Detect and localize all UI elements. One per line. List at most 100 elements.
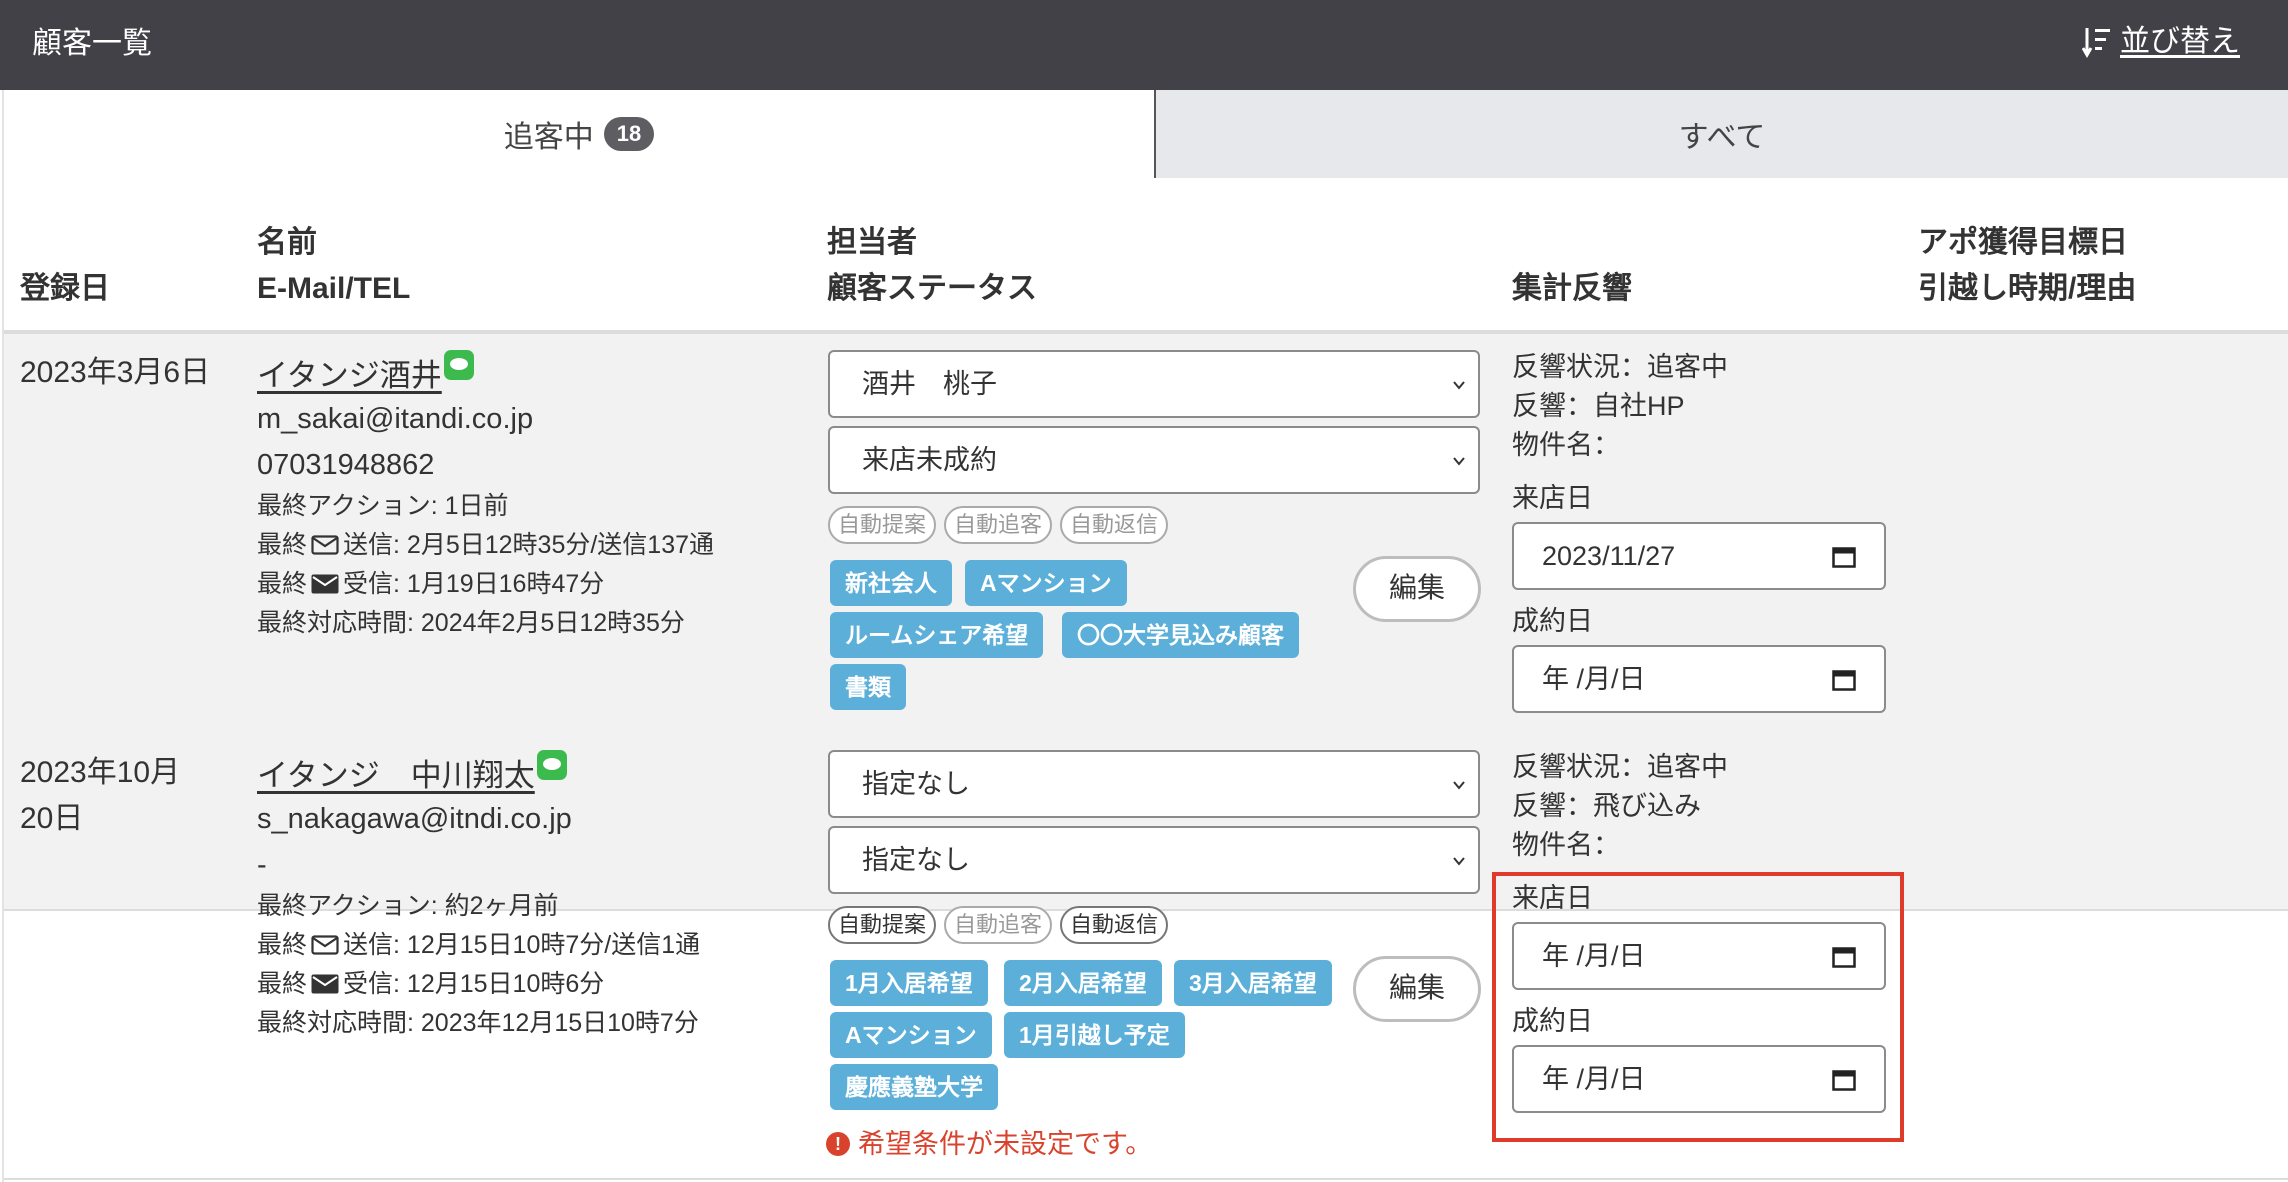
visit-date-label: 来店日	[1512, 483, 1593, 513]
customer-name-cell: イタンジ 中川翔太	[257, 750, 567, 799]
auto-settings: 自動提案 自動追客 自動返信	[828, 906, 1169, 944]
column-header-registered: 登録日	[20, 272, 110, 305]
auto-propose-toggle[interactable]: 自動提案	[828, 906, 937, 944]
sent-label: 送信:	[343, 931, 400, 959]
sort-button[interactable]: 並び替え	[2082, 22, 2240, 62]
auto-reply-toggle[interactable]: 自動返信	[1060, 906, 1169, 944]
contract-date-input[interactable]: 年 /月/日	[1512, 645, 1886, 713]
visit-date-value: 2023/11/27	[1542, 541, 1676, 571]
envelope-filled-icon	[311, 974, 339, 994]
envelope-outline-icon	[311, 935, 339, 955]
received-label: 受信:	[343, 970, 400, 998]
chevron-down-icon	[1453, 857, 1465, 866]
last-sent: 最終 送信: 12月15日10時7分/送信1通	[257, 926, 700, 965]
auto-follow-toggle[interactable]: 自動追客	[944, 506, 1053, 544]
column-header-email-tel: E-Mail/TEL	[257, 272, 411, 305]
registered-date-line2: 20日	[20, 802, 84, 835]
last-action: 最終アクション: 1日前	[257, 492, 509, 520]
customer-name-link[interactable]: イタンジ 中川翔太	[257, 758, 535, 793]
column-header-status: 顧客ステータス	[827, 272, 1037, 305]
assignee-value: 指定なし	[862, 769, 970, 799]
column-header-appo-target: アポ獲得目標日	[1918, 226, 2128, 259]
customer-tag: 2月入居希望	[1004, 960, 1162, 1006]
edit-tags-button[interactable]: 編集	[1353, 956, 1481, 1022]
received-value: 1月19日16時47分	[406, 570, 605, 598]
customer-email: s_nakagawa@itndi.co.jp	[257, 803, 572, 835]
assignee-value: 酒井 桃子	[862, 369, 997, 399]
customer-name-cell: イタンジ酒井	[257, 350, 474, 399]
tab-label: すべて	[1678, 121, 1766, 154]
customer-table: 登録日 名前 E-Mail/TEL 担当者 顧客ステータス 集計反響 アポ獲得目…	[2, 178, 2288, 1182]
page-header: 顧客一覧 並び替え	[0, 0, 2288, 90]
property-name: 物件名：	[1512, 430, 1620, 460]
sent-value: 12月15日10時7分/送信1通	[406, 931, 701, 959]
customer-tel: 07031948862	[257, 449, 435, 481]
sort-icon	[2082, 28, 2110, 59]
last-label: 最終	[257, 531, 308, 559]
customer-name-link[interactable]: イタンジ酒井	[257, 358, 442, 393]
response-status: 反響状況：追客中	[1512, 752, 1728, 782]
customer-tag: Aマンション	[830, 1012, 992, 1058]
response-source: 反響：自社HP	[1512, 391, 1685, 421]
assignee-select[interactable]: 指定なし	[828, 750, 1480, 818]
customer-tel: -	[257, 849, 267, 881]
line-icon	[443, 350, 474, 380]
last-label: 最終	[257, 931, 308, 959]
customer-tag: 1月引越し予定	[1004, 1012, 1185, 1058]
last-received: 最終 受信: 1月19日16時47分	[257, 565, 604, 604]
auto-reply-toggle[interactable]: 自動返信	[1060, 506, 1169, 544]
customer-tag: 慶應義塾大学	[830, 1064, 998, 1110]
contract-date-label: 成約日	[1512, 606, 1593, 636]
registered-date-line1: 2023年10月	[20, 756, 181, 789]
sent-label: 送信:	[343, 531, 400, 559]
last-label: 最終	[257, 570, 308, 598]
tabs: 追客中 18 すべて	[2, 90, 2288, 178]
auto-follow-toggle[interactable]: 自動追客	[944, 906, 1053, 944]
customer-tag: 新社会人	[830, 560, 952, 606]
customer-tag: 書類	[830, 664, 906, 710]
tab-all[interactable]: すべて	[1154, 90, 2288, 178]
status-value: 来店未成約	[862, 445, 997, 475]
contract-date-value: 年 /月/日	[1542, 664, 1646, 694]
visit-date-input[interactable]: 2023/11/27	[1512, 522, 1886, 590]
auto-settings: 自動提案 自動追客 自動返信	[828, 506, 1169, 544]
status-select[interactable]: 来店未成約	[828, 426, 1480, 494]
customer-tag: ルームシェア希望	[830, 612, 1044, 658]
last-label: 最終	[257, 970, 308, 998]
last-received: 最終 受信: 12月15日10時6分	[257, 965, 604, 1004]
column-header-move-reason: 引越し時期/理由	[1918, 272, 2137, 305]
count-badge: 18	[603, 117, 655, 151]
response-source: 反響：飛び込み	[1512, 791, 1701, 821]
page-title: 顧客一覧	[32, 27, 152, 60]
last-response-time: 最終対応時間: 2024年2月5日12時35分	[257, 609, 685, 637]
assignee-select[interactable]: 酒井 桃子	[828, 350, 1480, 418]
calendar-icon	[1832, 547, 1856, 568]
property-name: 物件名：	[1512, 830, 1620, 860]
line-icon	[536, 750, 567, 780]
edit-tags-button[interactable]: 編集	[1353, 556, 1481, 622]
received-value: 12月15日10時6分	[406, 970, 605, 998]
status-select[interactable]: 指定なし	[828, 826, 1480, 894]
auto-propose-toggle[interactable]: 自動提案	[828, 506, 937, 544]
chevron-down-icon	[1453, 381, 1465, 390]
chevron-down-icon	[1453, 457, 1465, 466]
received-label: 受信:	[343, 570, 400, 598]
warning-message: ! 希望条件が未設定です。	[826, 1126, 1152, 1162]
tab-label: 追客中	[503, 121, 594, 154]
column-header-name: 名前	[257, 226, 317, 259]
tab-tracking[interactable]: 追客中 18	[2, 90, 1154, 178]
envelope-outline-icon	[311, 535, 339, 555]
customer-email: m_sakai@itandi.co.jp	[257, 403, 534, 435]
customer-tag: 1月入居希望	[830, 960, 988, 1006]
envelope-filled-icon	[311, 574, 339, 594]
row-divider	[4, 1178, 2288, 1180]
column-header-response: 集計反響	[1512, 272, 1632, 305]
customer-tag: 〇〇大学見込み顧客	[1062, 612, 1299, 658]
last-response-time: 最終対応時間: 2023年12月15日10時7分	[257, 1009, 699, 1037]
column-header-assignee: 担当者	[827, 226, 917, 259]
last-sent: 最終 送信: 2月5日12時35分/送信137通	[257, 526, 714, 565]
chevron-down-icon	[1453, 781, 1465, 790]
registered-date: 2023年3月6日	[20, 356, 211, 389]
warning-text: 希望条件が未設定です。	[858, 1129, 1153, 1159]
status-value: 指定なし	[862, 845, 970, 875]
